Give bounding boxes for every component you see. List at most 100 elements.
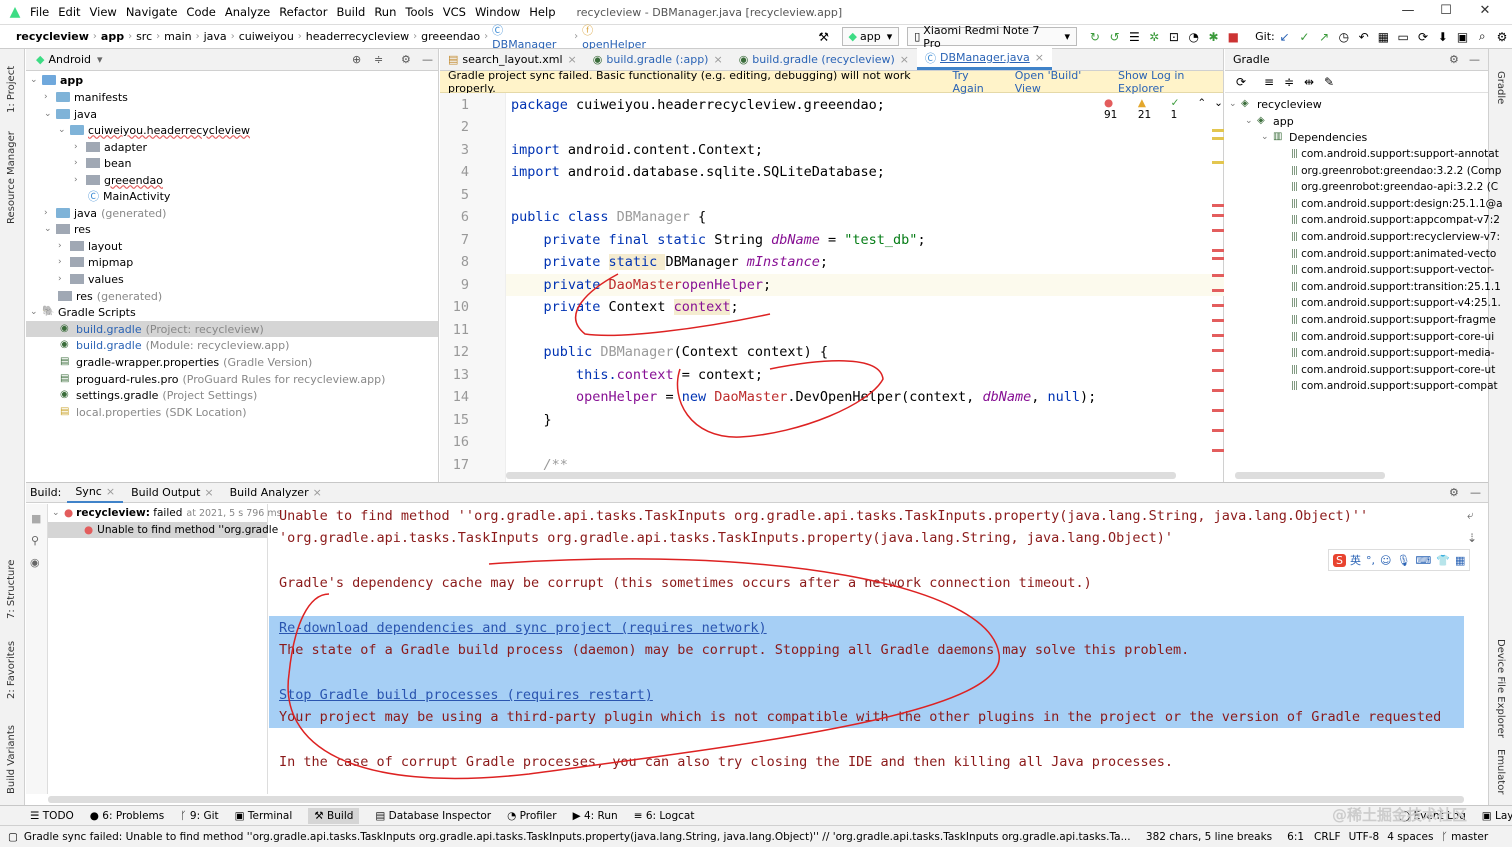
ime-language[interactable]: 英 [1350,552,1361,568]
dependency-item[interactable]: ||| com.android.support:appcompat-v7:2 [1291,212,1500,228]
tree-item-proguard[interactable]: ▤ proguard-rules.pro (ProGuard Rules for r… [60,371,385,387]
tree-item-bean[interactable]: › bean [74,155,131,171]
tree-item-values[interactable]: › values [58,271,124,287]
build-variants-tab[interactable]: Build Variants [6,725,17,794]
wrench-icon[interactable]: ✎ [1319,75,1339,89]
locate-icon[interactable]: ⊕ [352,53,361,66]
build-tab[interactable]: ⚒ Build [308,807,360,824]
stop-icon[interactable]: ■ [1223,30,1243,44]
hide-icon[interactable]: — [1469,53,1480,66]
tree-item-java[interactable]: ⌄ java [44,106,97,122]
apply-changes-icon[interactable]: ↺ [1105,30,1125,44]
structure-tab[interactable]: 7: Structure [6,560,17,619]
dependency-item[interactable]: ||| com.android.support:recyclerview-v7: [1291,229,1500,245]
emoji-icon[interactable]: ☺ [1380,554,1391,567]
gear-icon[interactable]: ⚙ [1449,486,1459,499]
tree-item-res[interactable]: ⌄ res [44,221,91,237]
menu-build[interactable]: Build [336,5,365,19]
gear-icon[interactable]: ⚙ [1449,53,1459,66]
tree-item-adapter[interactable]: › adapter [74,139,147,155]
tab-sync[interactable]: Sync × [67,483,124,503]
tree-item-local-properties[interactable]: ▤ local.properties (SDK Location) [60,404,247,420]
dependency-item[interactable]: ||| com.android.support:support-compat [1291,378,1498,394]
shirt-icon[interactable]: 👕 [1436,554,1450,567]
run-tab[interactable]: ▶ 4: Run [573,810,618,822]
sync-gradle-icon[interactable]: ⟳ [1413,30,1433,44]
menu-analyze[interactable]: Analyze [225,5,270,19]
problems-tab[interactable]: ● 6: Problems [90,810,164,822]
tree-item-layout[interactable]: › layout [58,238,122,254]
avd-manager-icon[interactable]: ▭ [1393,30,1413,44]
breadcrumb-module[interactable]: app [101,30,124,43]
breadcrumb-package-3[interactable]: greeendao [421,30,480,43]
dependency-item[interactable]: ||| com.android.support:design:25.1.1@a [1291,196,1503,212]
breadcrumb-src[interactable]: src [136,30,152,43]
breadcrumb-main[interactable]: main [164,30,191,43]
indent-setting[interactable]: 4 spaces [1387,831,1433,843]
tree-item-java-generated[interactable]: › java (generated) [44,205,166,221]
search-icon[interactable]: ⌕ [1472,29,1492,44]
breadcrumb-java[interactable]: java [204,30,227,43]
line-separator[interactable]: CRLF [1314,831,1341,843]
resource-manager-tab[interactable]: Resource Manager [6,131,17,224]
tab-build-analyzer[interactable]: Build Analyzer × [222,483,330,503]
stop-icon[interactable]: ■ [31,512,41,525]
dependency-item[interactable]: ||| org.greenrobot:greendao:3.2.2 (Comp [1291,163,1501,179]
expand-all-icon[interactable]: ≡ [1259,75,1279,89]
keyboard-icon[interactable]: ⌨ [1415,554,1431,567]
grid-icon[interactable]: ▦ [1455,554,1465,567]
favorites-tab[interactable]: 2: Favorites [6,641,17,699]
collapse-all-icon[interactable]: ≑ [1279,75,1299,89]
run-config-select[interactable]: ◆ app ▾ [841,27,900,46]
tree-item-mainactivity[interactable]: Ⓒ MainActivity [88,188,170,204]
gradle-tree-root[interactable]: ⌄ ◈ recycleview [1229,96,1322,112]
dependency-item[interactable]: ||| com.android.support:animated-vecto [1291,246,1496,262]
gradle-tool-tab[interactable]: Gradle [1495,71,1506,104]
close-tab-icon[interactable]: × [204,486,213,499]
git-branch[interactable]: ᚴ master [1441,831,1488,843]
menu-tools[interactable]: Tools [405,5,433,19]
tree-item-settings-gradle[interactable]: ◉ settings.gradle (Project Settings) [60,387,257,403]
breadcrumb-package-2[interactable]: headerrecycleview [306,30,409,43]
soft-wrap-icon[interactable]: ⤶ [1467,508,1474,523]
breadcrumb-field[interactable]: ⓕ openHelper [582,22,660,51]
link-icon[interactable]: ⇹ [1299,75,1319,89]
terminal-tab[interactable]: ▣ Terminal [235,810,293,822]
menu-file[interactable]: File [30,5,49,19]
scroll-to-end-icon[interactable]: ⇣ [1467,531,1477,545]
breadcrumb-project[interactable]: recycleview [16,30,89,43]
logcat-tab[interactable]: ≡ 6: Logcat [634,810,695,822]
dependency-item[interactable]: ||| com.android.support:support-media- [1291,345,1495,361]
dependency-item[interactable]: ||| org.greenrobot:greendao-api:3.2.2 (C [1291,179,1498,195]
microphone-icon[interactable]: 🎙 [1396,554,1410,567]
breadcrumb-class[interactable]: Ⓒ DBManager [492,22,570,51]
project-structure-icon[interactable]: ▦ [1374,30,1394,44]
punctuation-icon[interactable]: °, [1366,554,1375,567]
eye-icon[interactable]: ◉ [30,556,40,569]
rerun-icon[interactable]: ↻ [1085,30,1105,44]
maximize-icon[interactable]: ☐ [1431,3,1461,18]
build-console[interactable]: Unable to find method ''org.gradle.api.t… [269,504,1464,794]
close-tab-icon[interactable]: × [313,486,322,499]
breadcrumb-package-1[interactable]: cuiweiyou [239,30,294,43]
emulator-tab[interactable]: Emulator [1495,749,1506,794]
settings-icon[interactable]: ⚙ [1492,30,1512,44]
database-inspector-tab[interactable]: ▤ Database Inspector [375,810,491,822]
close-icon[interactable]: ✕ [1470,3,1500,18]
chevron-down-icon[interactable]: ▾ [97,53,103,66]
tree-item-manifests[interactable]: › manifests [44,89,128,105]
todo-tab[interactable]: ☰ TODO [30,810,74,822]
list-icon[interactable]: ☰ [1125,30,1145,44]
layout-inspector-tab[interactable]: ▣ Layout Inspector [1482,810,1512,822]
close-tab-icon[interactable]: × [106,485,115,498]
git-update-icon[interactable]: ↙ [1275,30,1295,44]
attach-debugger-icon[interactable]: ✱ [1204,30,1224,44]
tab-build-output[interactable]: Build Output × [123,483,222,503]
git-commit-icon[interactable]: ✓ [1295,30,1315,44]
gear-icon[interactable]: ⚙ [401,53,411,66]
history-icon[interactable]: ◷ [1334,30,1354,44]
collapse-icon[interactable]: ≑ [374,53,383,66]
rollback-icon[interactable]: ↶ [1354,30,1374,44]
tree-item-app[interactable]: ⌄ app [30,72,83,88]
tree-item-build-gradle-project[interactable]: ◉ build.gradle (Project: recycleview) [26,321,438,337]
